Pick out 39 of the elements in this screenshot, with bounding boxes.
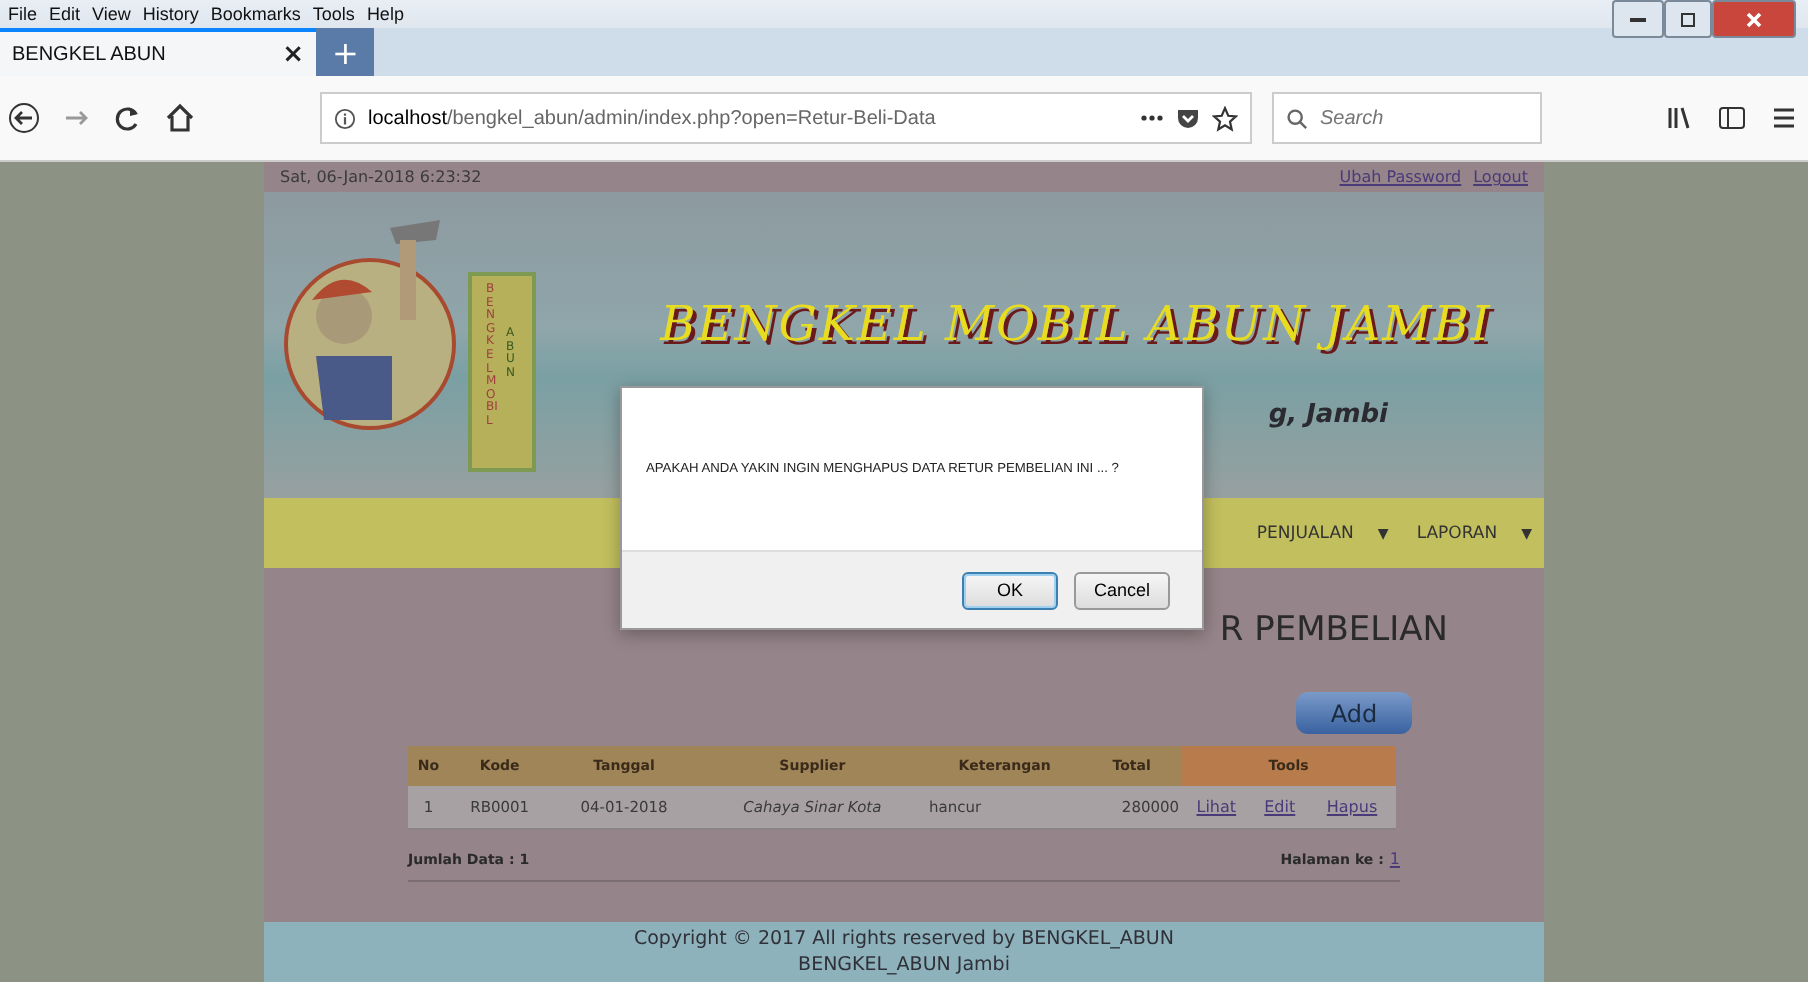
maximize-button[interactable] (1664, 0, 1712, 38)
info-icon[interactable] (334, 107, 356, 129)
tab-close-button[interactable]: × (282, 39, 304, 69)
search-box[interactable]: Search (1272, 92, 1542, 144)
url-text: localhost/bengkel_abun/admin/index.php?open=Retur-Beli-Data (368, 107, 938, 129)
date-time: Sat, 06-Jan-2018 6:23:32 (280, 168, 482, 186)
close-icon[interactable] (1746, 11, 1762, 27)
minimize-icon[interactable] (1630, 16, 1646, 22)
menu-item[interactable]: File (8, 4, 38, 24)
search-icon (1286, 107, 1308, 129)
back-icon[interactable] (8, 102, 40, 134)
page-heading: R PEMBELIAN (1219, 610, 1448, 650)
footer-text: BENGKEL_ABUN Jambi (798, 952, 1010, 978)
banner-subtitle: g, Jambi (1268, 400, 1388, 430)
tab-title: BENGKEL ABUN (12, 43, 166, 65)
star-icon[interactable] (1212, 105, 1238, 131)
pocket-icon[interactable] (1176, 106, 1200, 130)
menu-item[interactable]: View (92, 4, 131, 24)
address-field[interactable]: localhost/bengkel_abun/admin/index.php?open=Retur-Beli-Data (320, 92, 1252, 144)
new-tab-button[interactable]: + (316, 28, 375, 76)
search-field[interactable]: Search (1316, 105, 1524, 131)
menu-item[interactable]: Bookmarks (210, 4, 301, 24)
nav-item[interactable]: LAPORAN (1416, 523, 1498, 543)
more-icon[interactable] (1140, 114, 1164, 122)
maximize-icon[interactable] (1680, 11, 1696, 27)
footer-text: Copyright © 2017 All rights reserved by BENGKEL_ABUN (633, 926, 1174, 952)
banner-title: BENGKEL MOBIL ABUN JAMBI (660, 296, 1492, 352)
minimize-button[interactable] (1612, 0, 1664, 38)
nav-item[interactable]: PENJUALAN (1256, 523, 1354, 543)
dialog-button[interactable]: OK (962, 571, 1058, 609)
close-button[interactable] (1712, 0, 1796, 38)
menu-item[interactable]: Edit (49, 4, 81, 24)
home-icon[interactable] (164, 102, 196, 134)
sidebar-icon[interactable] (1716, 102, 1748, 134)
menu-item[interactable]: History (142, 4, 199, 24)
dialog-button[interactable]: Cancel (1074, 571, 1170, 609)
browser-tab[interactable]: BENGKEL ABUN × (0, 28, 316, 76)
menu-item[interactable]: Tools (312, 4, 355, 24)
menu-item[interactable]: Help (366, 4, 404, 24)
